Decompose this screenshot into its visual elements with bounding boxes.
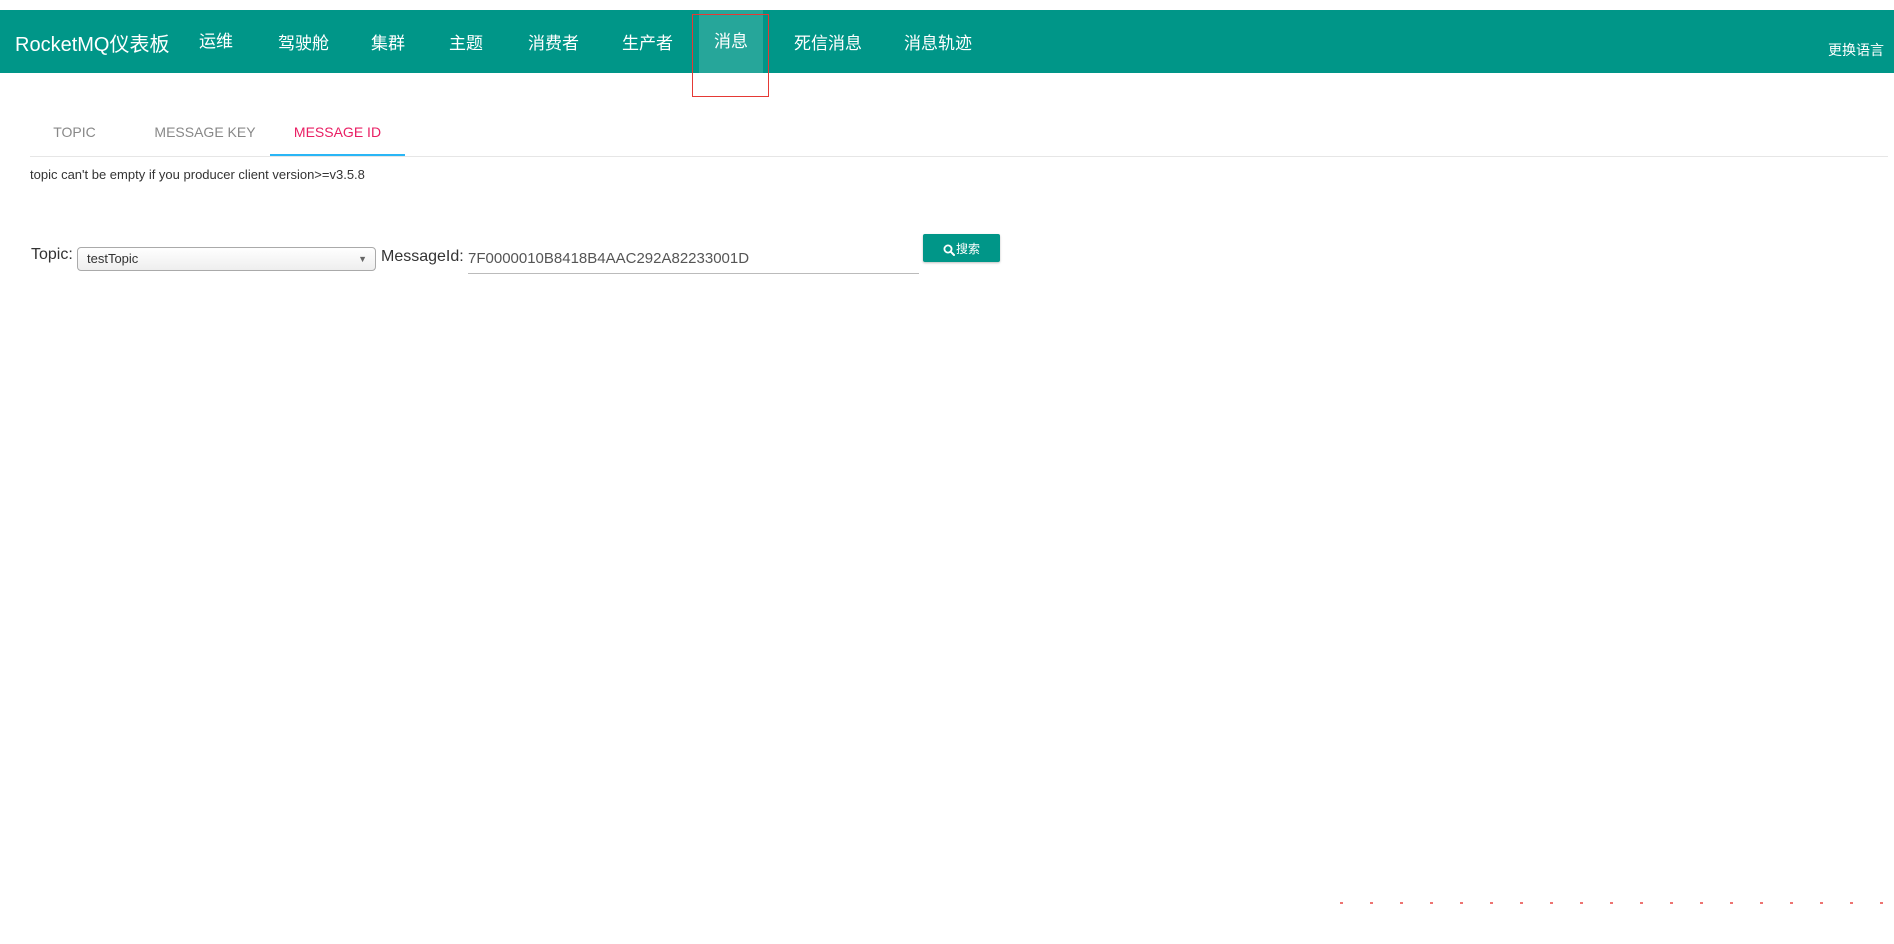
top-navbar: RocketMQ仪表板 运维 驾驶舱 集群 主题 消费者 生产者 消息 死信消息… — [0, 10, 1894, 73]
search-button-label: 搜索 — [955, 242, 980, 256]
brand-title[interactable]: RocketMQ仪表板 — [15, 28, 169, 57]
topic-label: Topic: — [31, 246, 73, 263]
tab-message-id[interactable]: MESSAGE ID — [270, 112, 405, 156]
nav-item-message[interactable]: 消息 — [699, 10, 763, 73]
topic-hint-text: topic can't be empty if you producer cli… — [30, 167, 365, 182]
nav-item-dashboard[interactable]: 驾驶舱 — [270, 12, 337, 75]
nav-item-producer[interactable]: 生产者 — [614, 12, 681, 75]
nav-item-dead-letter[interactable]: 死信消息 — [786, 12, 870, 75]
search-icon — [943, 244, 955, 256]
nav-item-message-trace[interactable]: 消息轨迹 — [896, 12, 980, 75]
nav-item-cluster[interactable]: 集群 — [363, 12, 413, 75]
nav-item-topic[interactable]: 主题 — [441, 12, 491, 75]
topic-select-value: testTopic — [87, 251, 139, 266]
messageid-input[interactable] — [468, 243, 919, 274]
search-button[interactable]: 搜索 — [923, 234, 1000, 262]
nav-item-consumer[interactable]: 消费者 — [520, 12, 587, 75]
nav-item-ops[interactable]: 运维 — [191, 10, 241, 73]
query-tabs: TOPIC MESSAGE KEY MESSAGE ID — [30, 112, 1888, 157]
tab-message-key[interactable]: MESSAGE KEY — [135, 112, 275, 156]
top-strip — [0, 0, 1894, 10]
footer-decoration — [1340, 902, 1888, 904]
topic-select[interactable]: testTopic ▼ — [77, 247, 376, 271]
messageid-label: MessageId: — [381, 248, 464, 265]
tab-topic[interactable]: TOPIC — [30, 112, 119, 156]
chevron-down-icon: ▼ — [358, 254, 367, 264]
language-switch[interactable]: 更换语言 — [1828, 40, 1884, 60]
